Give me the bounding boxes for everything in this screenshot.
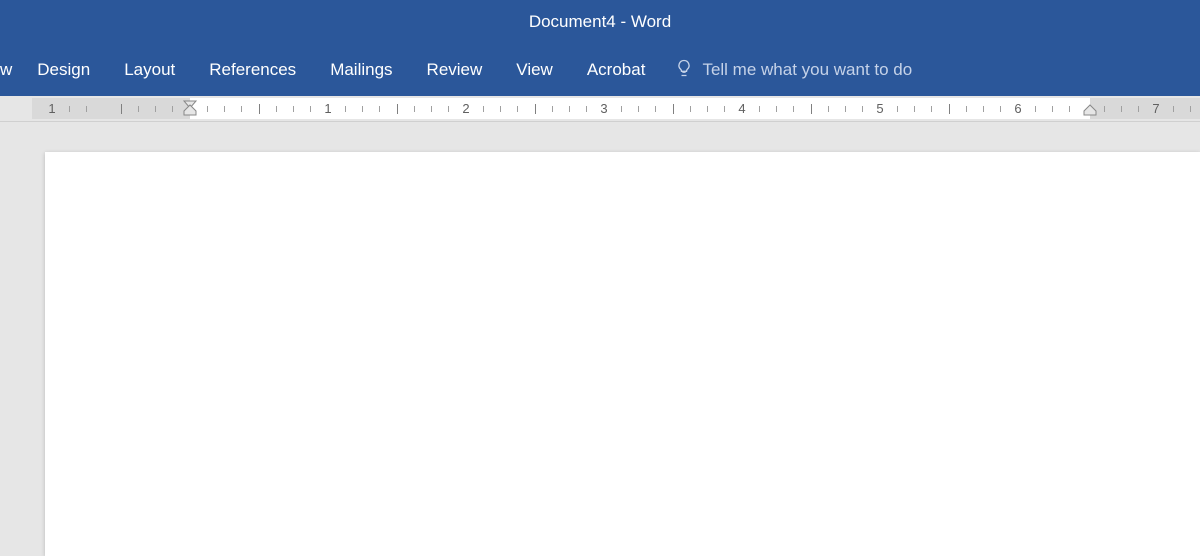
ruler-tick xyxy=(621,106,622,112)
tab-view[interactable]: View xyxy=(499,46,570,94)
ruler-tick xyxy=(586,106,587,112)
ruler-tick xyxy=(86,106,87,112)
ruler-tick xyxy=(276,106,277,112)
ruler-tick xyxy=(690,106,691,112)
document-page[interactable] xyxy=(45,152,1200,556)
ruler-tick xyxy=(310,106,311,112)
ruler-tick xyxy=(966,106,967,112)
ruler-tick xyxy=(1069,106,1070,112)
ruler-tick xyxy=(535,104,536,114)
ruler-tick xyxy=(828,106,829,112)
tab-partial[interactable]: w xyxy=(0,46,20,94)
ruler-tick xyxy=(1138,106,1139,112)
ruler-tick xyxy=(983,106,984,112)
ruler-tick xyxy=(638,106,639,112)
tab-review[interactable]: Review xyxy=(410,46,500,94)
ruler-tick xyxy=(724,106,725,112)
ruler-number: 6 xyxy=(1014,101,1021,116)
ruler-number: 4 xyxy=(738,101,745,116)
ruler-tick xyxy=(448,106,449,112)
ruler-tick xyxy=(811,104,812,114)
ruler-tick xyxy=(1052,106,1053,112)
tab-acrobat[interactable]: Acrobat xyxy=(570,46,663,94)
document-workspace xyxy=(0,122,1200,556)
ruler-tick xyxy=(362,106,363,112)
ruler-tick xyxy=(517,106,518,112)
ruler-tick xyxy=(121,104,122,114)
ruler-tick xyxy=(707,106,708,112)
ruler-tick xyxy=(259,104,260,114)
ruler-tick xyxy=(431,106,432,112)
ruler-number: 1 xyxy=(324,101,331,116)
ruler-tick xyxy=(1190,106,1191,112)
tell-me-placeholder: Tell me what you want to do xyxy=(702,60,912,80)
window-title: Document4 - Word xyxy=(529,12,671,32)
ruler-tick xyxy=(241,106,242,112)
ruler-tick xyxy=(224,106,225,112)
ruler-tick xyxy=(414,106,415,112)
ruler-number: 2 xyxy=(462,101,469,116)
ruler-tick xyxy=(293,106,294,112)
ruler-tick xyxy=(655,106,656,112)
ruler-tick xyxy=(69,106,70,112)
ruler-tick xyxy=(397,104,398,114)
title-bar: Document4 - Word xyxy=(0,0,1200,44)
ruler-number: 7 xyxy=(1152,101,1159,116)
ruler-tick xyxy=(345,106,346,112)
ruler-tick xyxy=(569,106,570,112)
ruler-tick xyxy=(931,106,932,112)
ribbon-tabs: w Design Layout References Mailings Revi… xyxy=(0,44,1200,96)
tell-me-search[interactable]: Tell me what you want to do xyxy=(662,58,924,83)
tab-design[interactable]: Design xyxy=(20,46,107,94)
ruler-margin-right[interactable] xyxy=(1090,98,1200,119)
ruler-tick xyxy=(897,106,898,112)
ruler-tick xyxy=(759,106,760,112)
ruler-number: 3 xyxy=(600,101,607,116)
ruler-tick xyxy=(1000,106,1001,112)
horizontal-ruler[interactable]: 1 1 2 3 4 5 6 7 xyxy=(0,96,1200,122)
ruler-tick xyxy=(138,106,139,112)
tab-layout[interactable]: Layout xyxy=(107,46,192,94)
ruler-tick xyxy=(1035,106,1036,112)
ruler-margin-left[interactable] xyxy=(32,98,190,119)
right-indent-marker[interactable] xyxy=(1083,103,1097,121)
hanging-indent-marker[interactable] xyxy=(183,103,197,121)
tab-references[interactable]: References xyxy=(192,46,313,94)
ruler-tick xyxy=(172,106,173,112)
tab-mailings[interactable]: Mailings xyxy=(313,46,409,94)
lightbulb-icon xyxy=(674,58,694,83)
ruler-tick xyxy=(793,106,794,112)
ruler-tick xyxy=(155,106,156,112)
ruler-tick xyxy=(207,106,208,112)
ruler-tick xyxy=(914,106,915,112)
ruler-tick xyxy=(1104,106,1105,112)
ruler-tick xyxy=(1173,106,1174,112)
ruler-number: 5 xyxy=(876,101,883,116)
ruler-tick xyxy=(862,106,863,112)
ruler-tick xyxy=(379,106,380,112)
ruler-tick xyxy=(776,106,777,112)
ruler-tick xyxy=(845,106,846,112)
ruler-tick xyxy=(673,104,674,114)
ruler-tick xyxy=(552,106,553,112)
ruler-tick xyxy=(500,106,501,112)
ruler-tick xyxy=(949,104,950,114)
ruler-tick xyxy=(1121,106,1122,112)
ruler-tick xyxy=(483,106,484,112)
ruler-number: 1 xyxy=(48,101,55,116)
